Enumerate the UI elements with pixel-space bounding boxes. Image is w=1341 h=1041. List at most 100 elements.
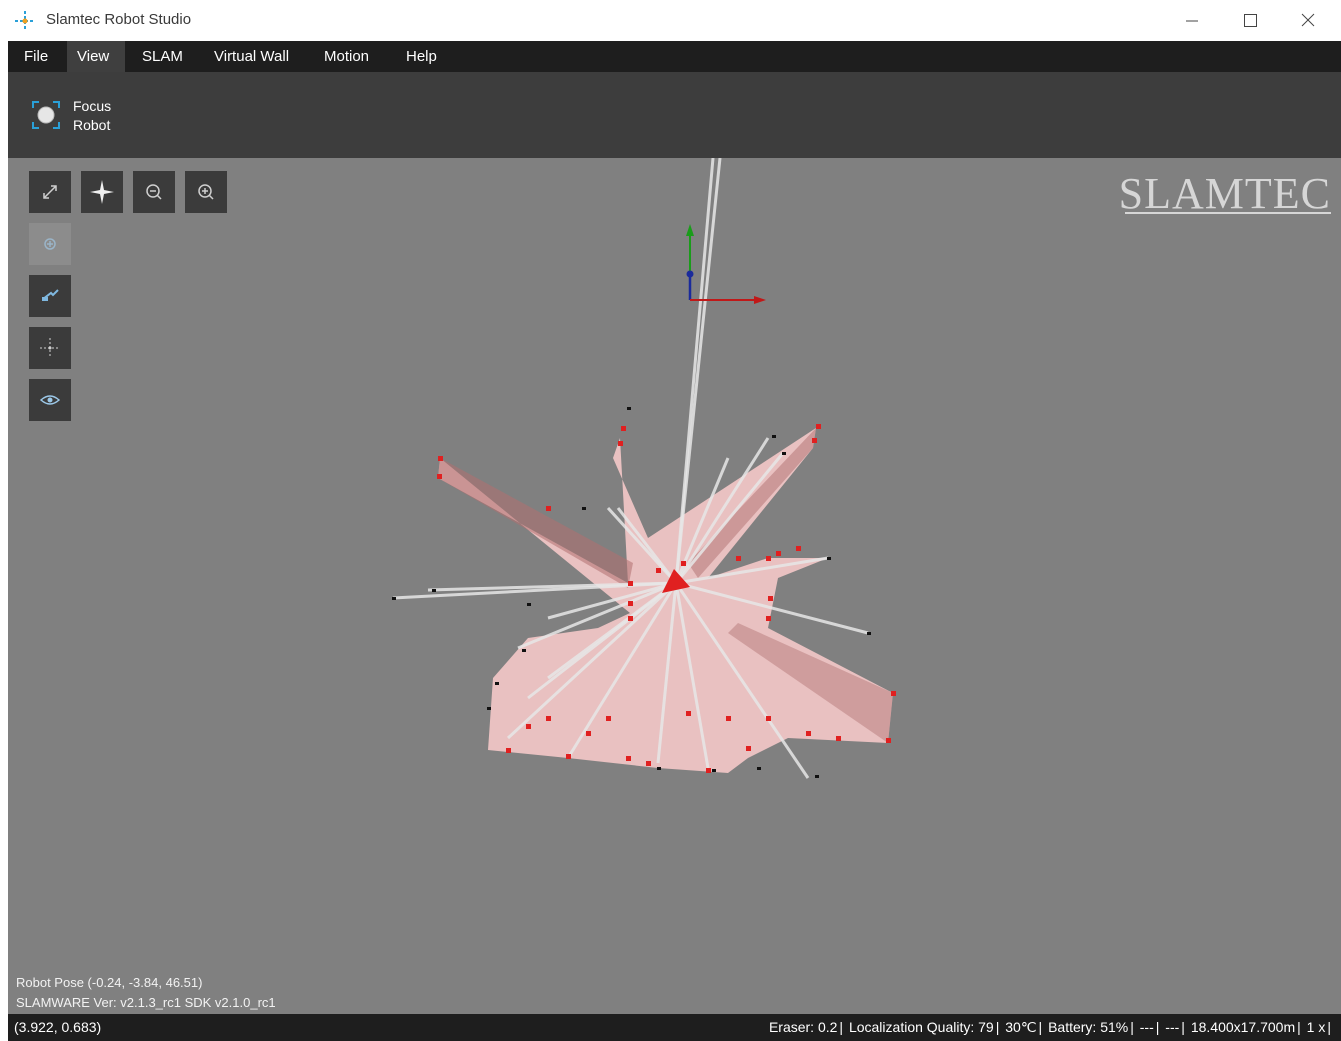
obstacle-point [628,601,633,606]
status-field-1: --- [1139,1019,1154,1035]
zoom-region-icon [44,238,56,250]
edge-point [867,632,871,635]
zoom-out-button[interactable] [133,171,175,213]
center-view-button[interactable] [81,171,123,213]
maximize-button[interactable] [1221,0,1279,41]
obstacle-point [812,438,817,443]
toggle-view-button[interactable] [29,379,71,421]
obstacle-point [746,746,751,751]
edge-point [582,507,586,510]
focus-robot-label: Focus Robot [73,97,111,135]
temperature-status: 30℃ [1005,1019,1037,1035]
divider: | [1297,1019,1301,1035]
minimize-button[interactable] [1163,0,1221,41]
obstacle-point [766,556,771,561]
obstacle-point [768,596,773,601]
obstacle-point [766,616,771,621]
obstacle-point [628,581,633,586]
eraser-status: Eraser: 0.2 [768,1019,838,1035]
obstacle-point [681,561,686,566]
minimize-icon [1186,20,1198,22]
z-axis-dot [686,270,694,278]
status-fields: Eraser: 0.2 | Localization Quality: 79 | 3… [769,1019,1333,1036]
divider: | [839,1019,844,1035]
relocalize-button[interactable] [29,275,71,317]
scan-ray-dark [438,458,633,588]
divider: | [995,1019,1000,1035]
obstacle-point [891,691,896,696]
obstacle-point [736,556,741,561]
focus-label-line1: Focus [73,98,112,114]
menu-virtual-wall[interactable]: Virtual Wall [204,41,300,72]
expand-icon [43,185,57,199]
status-field-2: --- [1165,1019,1180,1035]
zoom-in-icon [198,184,214,200]
menu-motion[interactable]: Motion [314,41,386,72]
edge-point [432,589,436,592]
obstacle-point [437,474,442,479]
obstacle-point [886,738,891,743]
close-button[interactable] [1279,0,1337,41]
map-size: 18.400x17.700m [1190,1019,1296,1035]
edge-point [772,435,776,438]
focus-label-line2: Robot [73,117,111,133]
menu-slam[interactable]: SLAM [132,41,190,72]
eye-icon [39,395,61,405]
status-bar: (3.922, 0.683) Eraser: 0.2 | Localization… [8,1014,1341,1041]
obstacle-point [706,768,711,773]
obstacle-point [796,546,801,551]
divider: | [1327,1019,1331,1035]
zoom-in-button[interactable] [185,171,227,213]
divider: | [1181,1019,1185,1035]
obstacle-point [618,441,623,446]
obstacle-point [546,716,551,721]
obstacle-point [816,424,821,429]
x-axis-arrow [754,296,766,304]
edge-point [627,407,631,410]
obstacle-point [566,754,571,759]
title-bar: Slamtec Robot Studio [0,0,1341,41]
edge-point [782,452,786,455]
map-canvas[interactable]: SLAMTEC Robot Pose (-0.24, -3.84, 46.51)… [8,158,1341,1014]
edge-point [757,767,761,770]
cursor-coordinates: (3.922, 0.683) [14,1019,102,1035]
menu-view[interactable]: View [67,41,125,72]
crosshair-icon [40,338,60,358]
obstacle-point [836,736,841,741]
divider: | [1130,1019,1134,1035]
close-icon [1301,13,1315,27]
divider: | [1155,1019,1160,1035]
edge-point [527,603,531,606]
zoom-level: 1 x [1306,1019,1326,1035]
obstacle-point [626,756,631,761]
app-logo-icon [15,11,35,31]
focus-robot-button[interactable]: Focus Robot [26,94,126,138]
menu-help[interactable]: Help [396,41,448,72]
obstacle-point [546,506,551,511]
obstacle-point [656,568,661,573]
obstacle-point [606,716,611,721]
fit-view-button[interactable] [29,171,71,213]
maximize-icon [1244,14,1257,27]
move-tool-button[interactable] [29,327,71,369]
obstacle-point [766,716,771,721]
compass-icon [90,180,114,204]
zoom-region-button[interactable] [29,223,71,265]
window-border [0,41,8,1041]
obstacle-point [586,731,591,736]
zoom-out-icon [146,184,162,200]
menu-file[interactable]: File [14,41,58,72]
edge-point [712,769,716,772]
edge-point [657,767,661,770]
focus-target-icon [32,101,60,129]
version-text: SLAMWARE Ver: v2.1.3_rc1 SDK v2.1.0_rc1 [16,995,276,1010]
localization-quality: Localization Quality: 79 [848,1019,994,1035]
obstacle-point [646,761,651,766]
y-axis-arrow [686,224,694,236]
obstacle-point [776,551,781,556]
obstacle-point [628,616,633,621]
obstacle-point [526,724,531,729]
ribbon-toolbar: Focus Robot [8,72,1341,158]
obstacle-point [621,426,626,431]
edge-point [495,682,499,685]
